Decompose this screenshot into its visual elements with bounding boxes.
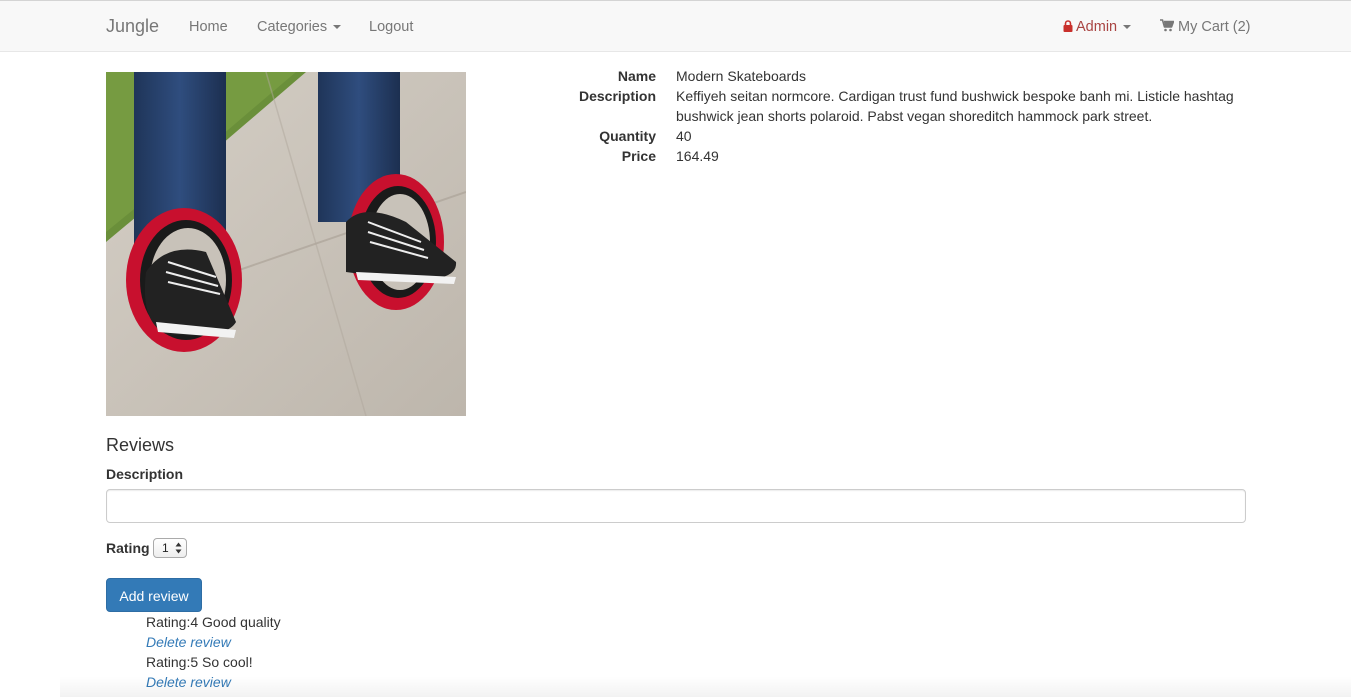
shopping-cart-icon: [1160, 19, 1174, 32]
review-list: Rating:4 Good quality Delete review Rati…: [146, 612, 746, 692]
delete-review-link[interactable]: Delete review: [146, 632, 231, 652]
price-label: Price: [621, 148, 656, 164]
review-item: Rating:5 So cool!: [146, 654, 253, 670]
review-description-input[interactable]: [106, 489, 1246, 523]
rating-select[interactable]: 1: [153, 538, 187, 558]
admin-label: Admin: [1076, 19, 1118, 35]
product-details: Name Modern Skateboards Description Keff…: [550, 66, 1250, 166]
nav-categories-dropdown[interactable]: Categories: [257, 17, 342, 37]
reviews-heading: Reviews: [106, 435, 175, 455]
cart-label: My Cart (2): [1178, 19, 1251, 35]
description-label: Description: [578, 88, 656, 104]
cart-link[interactable]: My Cart (2): [1160, 17, 1251, 37]
product-quantity-row: Quantity 40: [550, 126, 1250, 146]
add-review-button[interactable]: Add review: [106, 578, 202, 612]
nav-categories-label: Categories: [257, 19, 328, 35]
caret-down-icon: [1123, 25, 1132, 30]
delete-review-link[interactable]: Delete review: [146, 672, 231, 692]
product-image: [106, 72, 466, 416]
quantity-label: Quantity: [599, 128, 656, 144]
caret-down-icon: [333, 25, 342, 30]
name-value: Modern Skateboards: [676, 68, 806, 84]
product-price-row: Price 164.49: [550, 146, 1250, 166]
nav-logout-link[interactable]: Logout: [369, 17, 413, 37]
product-description-row: Description Keffiyeh seitan normcore. Ca…: [550, 86, 1250, 126]
review-item: Rating:4 Good quality: [146, 614, 281, 630]
description-value: Keffiyeh seitan normcore. Cardigan trust…: [676, 88, 1234, 124]
name-label: Name: [617, 68, 656, 84]
lock-icon: [1063, 20, 1073, 32]
select-updown-icon: [175, 542, 182, 554]
rating-label: Rating: [106, 540, 150, 556]
admin-dropdown[interactable]: Admin: [1063, 17, 1132, 37]
rating-selected-value: 1: [162, 541, 169, 555]
nav-home-link[interactable]: Home: [189, 17, 228, 37]
review-description-label: Description: [106, 466, 184, 482]
quantity-value: 40: [676, 128, 692, 144]
product-name-row: Name Modern Skateboards: [550, 66, 1250, 86]
price-value: 164.49: [676, 148, 719, 164]
brand-link[interactable]: Jungle: [106, 15, 159, 37]
top-navbar: Jungle Home Categories Logout Admin My C…: [0, 0, 1351, 52]
